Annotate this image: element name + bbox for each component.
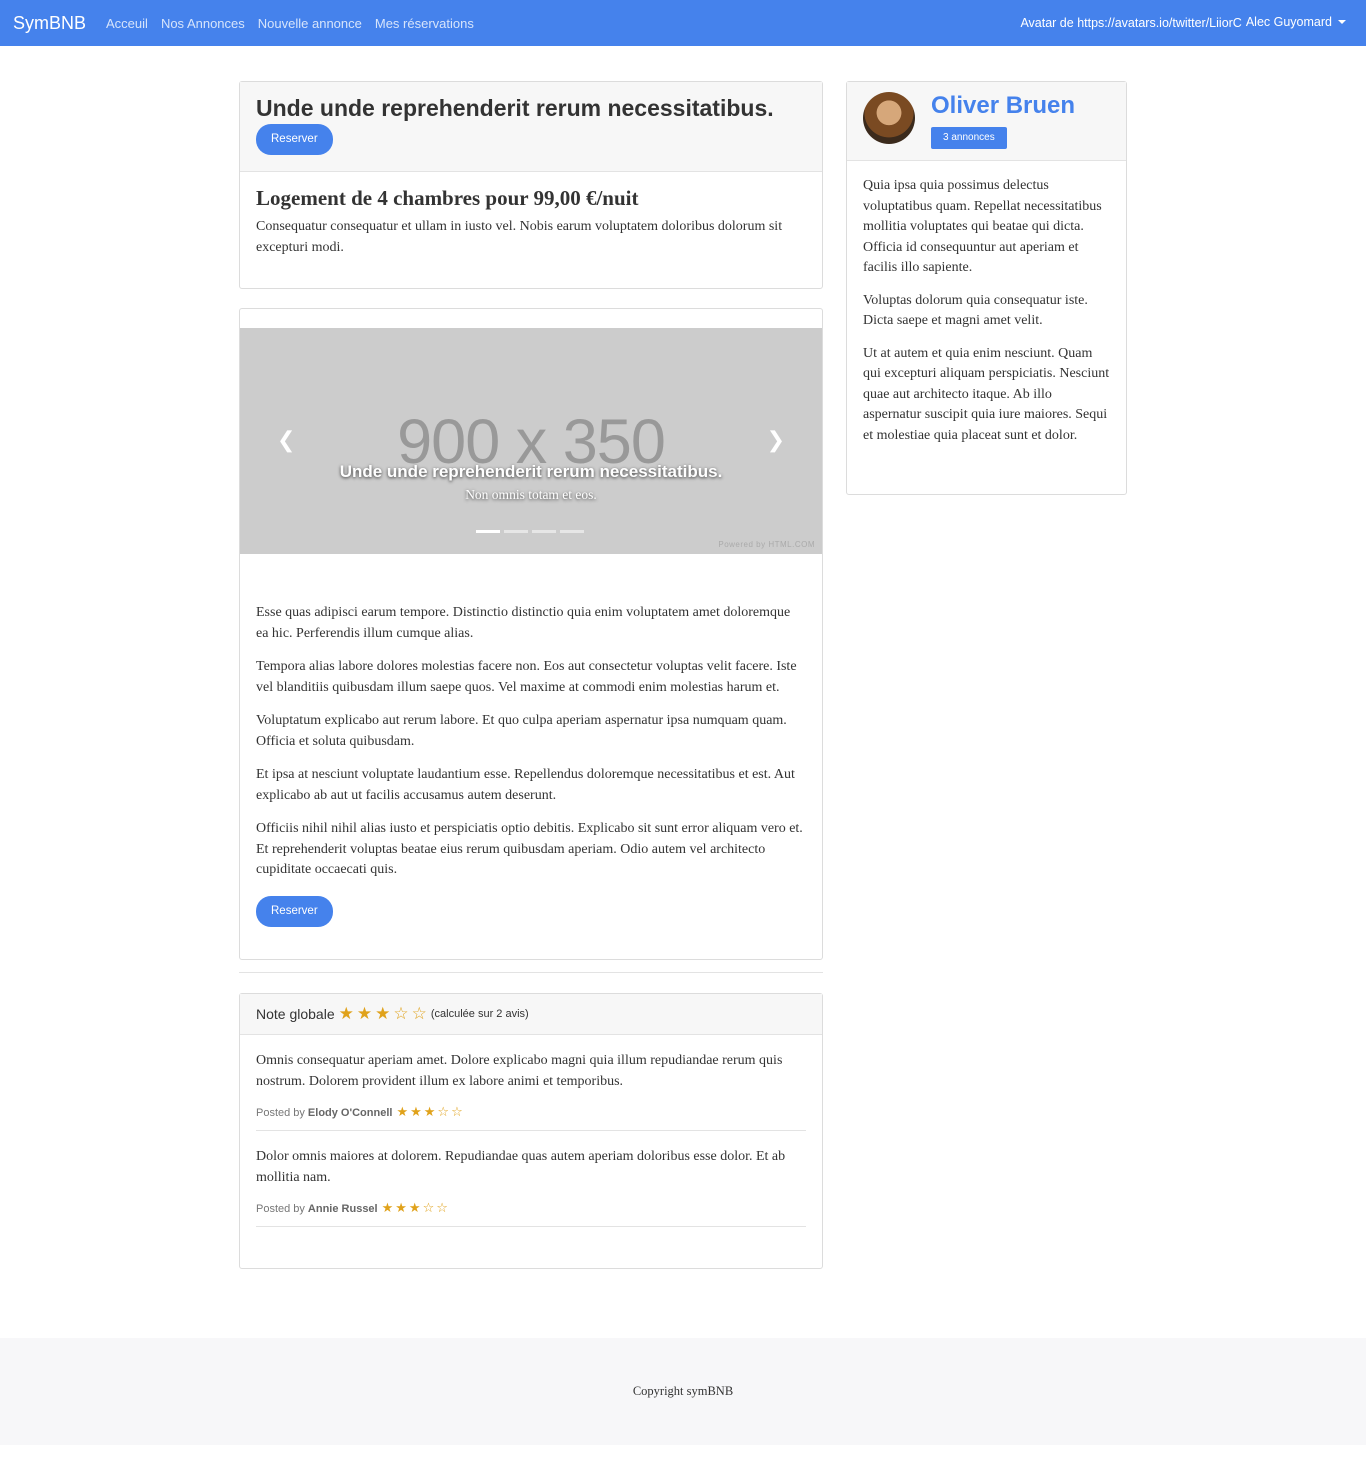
review-item: Omnis consequatur aperiam amet. Dolore e…	[256, 1035, 806, 1131]
nav-link-nouvelle-annonce[interactable]: Nouvelle annonce	[258, 16, 362, 31]
star-filled-icon: ★	[408, 1201, 421, 1216]
chevron-left-icon[interactable]: ❮	[277, 428, 295, 453]
author-card: Oliver Bruen 3 annonces Quia ipsa quia p…	[846, 81, 1127, 495]
review-meta: Posted by Annie Russel ★ ★ ★ ☆ ☆	[256, 1202, 806, 1215]
carousel-indicator[interactable]	[532, 530, 556, 533]
nav-link-annonces[interactable]: Nos Annonces	[161, 16, 245, 31]
star-filled-icon: ★	[381, 1201, 394, 1216]
page-content: Unde unde reprehenderit rerum necessitat…	[0, 46, 1366, 1338]
reserve-button-bottom[interactable]: Reserver	[256, 895, 333, 927]
posted-by-label: Posted by	[256, 1202, 305, 1215]
ad-title-header: Unde unde reprehenderit rerum necessitat…	[240, 82, 822, 172]
listings-count-badge: 3 annonces	[931, 127, 1007, 149]
carousel-indicator[interactable]	[476, 530, 500, 533]
star-empty-icon: ☆	[436, 1201, 448, 1216]
star-empty-icon: ☆	[422, 1201, 435, 1216]
star-filled-icon: ★	[375, 1003, 391, 1024]
review-text: Dolor omnis maiores at dolorem. Repudian…	[256, 1149, 786, 1185]
carousel-caption-title: Unde unde reprehenderit rerum necessitat…	[339, 462, 723, 481]
star-empty-icon: ☆	[437, 1105, 450, 1120]
powered-by-watermark: Powered by HTML.COM	[718, 540, 815, 549]
description-paragraph: Officiis nihil nihil alias iusto et pers…	[256, 821, 803, 877]
carousel-indicator[interactable]	[560, 530, 584, 533]
chevron-right-icon[interactable]: ❯	[767, 428, 785, 453]
description-paragraph: Esse quas adipisci earum tempore. Distin…	[256, 605, 791, 641]
review-rating-stars: ★ ★ ★ ☆ ☆	[382, 1202, 448, 1215]
caret-down-icon	[1338, 20, 1346, 24]
star-filled-icon: ★	[423, 1105, 436, 1120]
star-empty-icon: ☆	[393, 1003, 409, 1024]
author-name-link[interactable]: Oliver Bruen	[931, 92, 1075, 120]
footer: Copyright symBNB	[0, 1338, 1366, 1445]
avatar[interactable]	[863, 92, 915, 144]
star-empty-icon: ☆	[411, 1003, 427, 1024]
rating-count-note: (calculée sur 2 avis)	[430, 1008, 529, 1020]
nav-links: Acceuil Nos Annonces Nouvelle annonce Me…	[106, 16, 474, 31]
author-header: Oliver Bruen 3 annonces	[847, 82, 1126, 161]
user-menu[interactable]: Avatar de https://avatars.io/twitter/Lii…	[1020, 0, 1346, 46]
nav-link-accueil[interactable]: Acceuil	[106, 16, 148, 31]
author-bio: Quia ipsa quia possimus delectus volupta…	[847, 161, 1126, 473]
star-filled-icon: ★	[395, 1201, 407, 1216]
author-bio-paragraph: Quia ipsa quia possimus delectus volupta…	[863, 178, 1102, 275]
page-title: Unde unde reprehenderit rerum necessitat…	[256, 95, 774, 121]
carousel-indicator[interactable]	[504, 530, 528, 533]
reserve-button-top[interactable]: Reserver	[256, 124, 333, 155]
user-dropdown-toggle[interactable]: Alec Guyomard	[1246, 15, 1346, 29]
user-avatar-alt: Avatar de https://avatars.io/twitter/Lii…	[1020, 16, 1242, 30]
page-bottom-spacer	[0, 1445, 1366, 1475]
ad-subtitle: Logement de 4 chambres pour 99,00 €/nuit	[256, 186, 639, 210]
review-author: Annie Russel	[307, 1202, 378, 1215]
star-filled-icon: ★	[396, 1105, 409, 1120]
carousel-caption: Unde unde reprehenderit rerum necessitat…	[240, 462, 822, 503]
star-filled-icon: ★	[356, 1003, 373, 1024]
author-bio-paragraph: Voluptas dolorum quia consequatur iste. …	[863, 292, 1088, 329]
nav-link-reservations[interactable]: Mes réservations	[375, 16, 474, 31]
carousel-indicators	[476, 530, 584, 533]
review-author: Elody O'Connell	[307, 1106, 393, 1119]
global-rating-stars: ★ ★ ★ ☆ ☆	[338, 1003, 427, 1024]
posted-by-label: Posted by	[256, 1106, 305, 1119]
author-bio-paragraph: Ut at autem et quia enim nesciunt. Quam …	[863, 345, 1110, 443]
reviews-header: Note globale ★ ★ ★ ☆ ☆ (calculée sur 2 avis)	[240, 994, 822, 1035]
ad-content-card: 900 x 350 ❮ ❯ Unde unde reprehenderit re…	[239, 308, 823, 960]
navbar: SymBNB Acceuil Nos Annonces Nouvelle ann…	[0, 0, 1366, 46]
star-filled-icon: ★	[410, 1105, 422, 1120]
user-name: Alec Guyomard	[1245, 15, 1332, 29]
brand-link[interactable]: SymBNB	[13, 13, 86, 34]
description-paragraph: Voluptatum explicabo aut rerum labore. E…	[256, 713, 787, 749]
ad-summary: Logement de 4 chambres pour 99,00 €/nuit…	[240, 172, 822, 272]
footer-copyright: Copyright symBNB	[632, 1384, 734, 1398]
review-text: Omnis consequatur aperiam amet. Dolore e…	[256, 1053, 783, 1089]
star-filled-icon: ★	[338, 1003, 354, 1024]
ad-description: Esse quas adipisci earum tempore. Distin…	[256, 603, 806, 927]
review-meta: Posted by Elody O'Connell ★ ★ ★ ☆ ☆	[256, 1106, 806, 1119]
reviews-card: Note globale ★ ★ ★ ☆ ☆ (calculée sur 2 avis)…	[239, 993, 823, 1269]
divider	[239, 972, 823, 973]
ad-title-card: Unde unde reprehenderit rerum necessitat…	[239, 81, 823, 289]
description-paragraph: Tempora alias labore dolores molestias f…	[256, 659, 797, 695]
description-paragraph: Et ipsa at nesciunt voluptate laudantium…	[256, 767, 795, 803]
ad-intro: Consequatur consequatur et ullam in iust…	[256, 219, 783, 255]
review-rating-stars: ★ ★ ★ ☆ ☆	[396, 1106, 462, 1119]
image-carousel[interactable]: 900 x 350 ❮ ❯ Unde unde reprehenderit re…	[240, 328, 822, 554]
star-empty-icon: ☆	[451, 1105, 463, 1120]
carousel-caption-subtitle: Non omnis totam et eos.	[465, 487, 597, 502]
review-item: Dolor omnis maiores at dolorem. Repudian…	[256, 1131, 806, 1227]
global-rating-label: Note globale	[256, 1006, 335, 1022]
